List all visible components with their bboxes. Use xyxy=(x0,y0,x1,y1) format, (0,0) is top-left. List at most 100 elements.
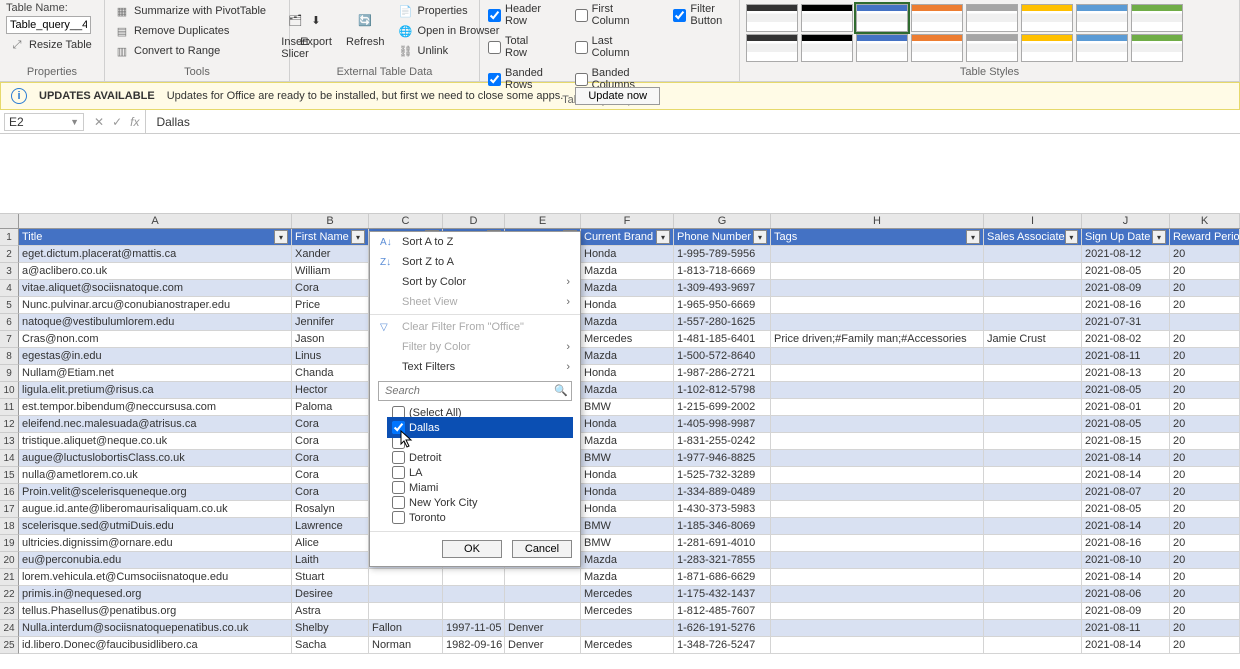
style-swatch[interactable] xyxy=(1131,34,1183,62)
cell[interactable]: 20 xyxy=(1170,535,1240,552)
cell[interactable]: 20 xyxy=(1170,586,1240,603)
cell[interactable]: Nunc.pulvinar.arcu@conubianostraper.edu xyxy=(19,297,292,314)
row-header[interactable]: 24 xyxy=(0,620,19,637)
cell[interactable]: 2021-08-01 xyxy=(1082,399,1170,416)
filter-dropdown-icon[interactable]: ▾ xyxy=(1065,230,1078,244)
filter-value-item[interactable]: (Select All) xyxy=(390,405,570,420)
cell[interactable] xyxy=(984,501,1082,518)
cell[interactable]: 20 xyxy=(1170,297,1240,314)
cell[interactable]: Cora xyxy=(292,416,369,433)
column-header[interactable]: C xyxy=(369,214,443,228)
cell[interactable] xyxy=(771,484,984,501)
filter-value-item[interactable]: LA xyxy=(390,465,570,480)
resize-table-button[interactable]: ⤢Resize Table xyxy=(6,36,95,54)
style-swatch[interactable] xyxy=(911,4,963,32)
cell[interactable]: William xyxy=(292,263,369,280)
cell[interactable]: 20 xyxy=(1170,450,1240,467)
cell[interactable]: 2021-08-11 xyxy=(1082,620,1170,637)
cell[interactable] xyxy=(771,433,984,450)
style-swatch[interactable] xyxy=(966,34,1018,62)
cell[interactable]: Cora xyxy=(292,450,369,467)
filter-button-checkbox[interactable]: Filter Button xyxy=(671,2,733,28)
sort-by-color-button[interactable]: Sort by Color› xyxy=(370,272,580,292)
cell[interactable]: 20 xyxy=(1170,484,1240,501)
row-header[interactable]: 22 xyxy=(0,586,19,603)
table-header-cell[interactable]: Title▾ xyxy=(19,229,292,246)
cell[interactable] xyxy=(771,450,984,467)
cell[interactable] xyxy=(984,365,1082,382)
cell[interactable]: eget.dictum.placerat@mattis.ca xyxy=(19,246,292,263)
table-header-cell[interactable]: Sales Associate▾ xyxy=(984,229,1082,246)
cell[interactable] xyxy=(984,586,1082,603)
row-header[interactable]: 25 xyxy=(0,637,19,654)
cell[interactable]: 20 xyxy=(1170,263,1240,280)
row-header[interactable]: 23 xyxy=(0,603,19,620)
cell[interactable]: eu@perconubia.edu xyxy=(19,552,292,569)
cell[interactable]: 1-995-789-5956 xyxy=(674,246,771,263)
cell[interactable]: 1997-11-05 xyxy=(443,620,505,637)
cell[interactable]: 20 xyxy=(1170,399,1240,416)
cell[interactable]: 20 xyxy=(1170,501,1240,518)
cell[interactable] xyxy=(984,280,1082,297)
cell[interactable]: 2021-08-09 xyxy=(1082,603,1170,620)
cell[interactable] xyxy=(984,263,1082,280)
cell[interactable]: 1-430-373-5983 xyxy=(674,501,771,518)
cell[interactable]: 1-405-998-9987 xyxy=(674,416,771,433)
cell[interactable]: 2021-08-16 xyxy=(1082,535,1170,552)
table-header-cell[interactable]: First Name▾ xyxy=(292,229,369,246)
remove-duplicates-button[interactable]: ▤Remove Duplicates xyxy=(111,22,269,40)
cell[interactable] xyxy=(984,348,1082,365)
cell[interactable]: Mercedes xyxy=(581,603,674,620)
column-header[interactable]: I xyxy=(984,214,1082,228)
cell[interactable]: Mazda xyxy=(581,552,674,569)
banded-rows-checkbox[interactable]: Banded Rows xyxy=(486,66,555,92)
cell[interactable]: 2021-08-14 xyxy=(1082,467,1170,484)
cell[interactable]: Mazda xyxy=(581,382,674,399)
cell[interactable] xyxy=(771,620,984,637)
filter-value-item[interactable] xyxy=(390,435,570,450)
cell[interactable] xyxy=(771,518,984,535)
cell[interactable] xyxy=(984,637,1082,654)
cell[interactable] xyxy=(984,620,1082,637)
cell[interactable] xyxy=(369,603,443,620)
cell[interactable]: 20 xyxy=(1170,620,1240,637)
cell[interactable]: eleifend.nec.malesuada@atrisus.ca xyxy=(19,416,292,433)
cell[interactable]: primis.in@nequesed.org xyxy=(19,586,292,603)
cell[interactable]: 1-175-432-1437 xyxy=(674,586,771,603)
cell[interactable] xyxy=(984,535,1082,552)
cell[interactable]: 1-309-493-9697 xyxy=(674,280,771,297)
cell[interactable]: 2021-08-14 xyxy=(1082,637,1170,654)
row-header[interactable]: 17 xyxy=(0,501,19,518)
cell[interactable] xyxy=(984,399,1082,416)
row-header[interactable]: 21 xyxy=(0,569,19,586)
cell[interactable]: Honda xyxy=(581,416,674,433)
cell[interactable]: Honda xyxy=(581,246,674,263)
cell[interactable] xyxy=(505,569,581,586)
cell[interactable]: Mercedes xyxy=(581,637,674,654)
row-header[interactable]: 9 xyxy=(0,365,19,382)
table-header-cell[interactable]: Phone Number▾ xyxy=(674,229,771,246)
cell[interactable]: Denver xyxy=(505,620,581,637)
cell[interactable]: Mazda xyxy=(581,314,674,331)
refresh-button[interactable]: 🔄Refresh xyxy=(342,2,389,50)
cell[interactable] xyxy=(984,603,1082,620)
cell[interactable]: 1-281-691-4010 xyxy=(674,535,771,552)
cell[interactable]: 1-557-280-1625 xyxy=(674,314,771,331)
name-box[interactable]: E2▼ xyxy=(4,113,84,131)
cell[interactable]: Mazda xyxy=(581,348,674,365)
cell[interactable]: Denver xyxy=(505,637,581,654)
cell[interactable]: Sacha xyxy=(292,637,369,654)
filter-value-checkbox[interactable] xyxy=(392,451,405,464)
summarize-pivottable-button[interactable]: ▦Summarize with PivotTable xyxy=(111,2,269,20)
cell[interactable]: Fallon xyxy=(369,620,443,637)
sort-za-button[interactable]: Z↓Sort Z to A xyxy=(370,252,580,272)
cell[interactable] xyxy=(984,433,1082,450)
cell[interactable]: est.tempor.bibendum@neccursusa.com xyxy=(19,399,292,416)
filter-value-item[interactable]: Dallas xyxy=(390,420,570,435)
cell[interactable]: Mazda xyxy=(581,569,674,586)
column-header[interactable]: F xyxy=(581,214,674,228)
cell[interactable]: Hector xyxy=(292,382,369,399)
table-header-cell[interactable]: Reward Period▾ xyxy=(1170,229,1240,246)
cell[interactable]: augue@luctuslobortisClass.co.uk xyxy=(19,450,292,467)
row-header[interactable]: 8 xyxy=(0,348,19,365)
